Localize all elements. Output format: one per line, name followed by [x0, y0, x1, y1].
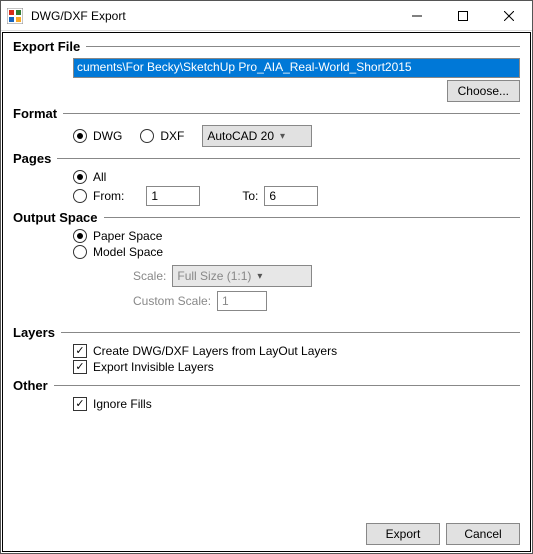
scale-select-value: Full Size (1:1): [177, 269, 251, 283]
model-space-label: Model Space: [93, 245, 163, 259]
client-area: Export File cuments\For Becky\SketchUp P…: [2, 32, 531, 552]
group-pages: Pages All From: To:: [13, 151, 520, 206]
minimize-button[interactable]: [394, 1, 440, 31]
footer-buttons: Export Cancel: [366, 523, 520, 545]
titlebar: DWG/DXF Export: [1, 1, 532, 31]
maximize-icon: [458, 11, 468, 21]
radio-dxf-label: DXF: [160, 129, 184, 143]
from-label: From:: [93, 189, 124, 203]
export-button[interactable]: Export: [366, 523, 440, 545]
close-button[interactable]: [486, 1, 532, 31]
version-select-value: AutoCAD 20: [207, 129, 274, 143]
choose-button[interactable]: Choose...: [447, 80, 520, 102]
export-invisible-label: Export Invisible Layers: [93, 360, 214, 374]
check-create-layers[interactable]: [73, 344, 87, 358]
minimize-icon: [412, 11, 422, 21]
group-layers: Layers Create DWG/DXF Layers from LayOut…: [13, 325, 520, 374]
radio-model-space[interactable]: [73, 245, 87, 259]
export-file-label: Export File: [13, 39, 84, 54]
cancel-button[interactable]: Cancel: [446, 523, 520, 545]
app-icon: [7, 8, 23, 24]
group-output-space: Output Space Paper Space Model Space Sca…: [13, 210, 520, 311]
group-export-file: Export File cuments\For Becky\SketchUp P…: [13, 39, 520, 102]
divider: [86, 46, 520, 47]
close-icon: [504, 11, 514, 21]
create-layers-label: Create DWG/DXF Layers from LayOut Layers: [93, 344, 337, 358]
other-label: Other: [13, 378, 52, 393]
radio-all-label: All: [93, 170, 106, 184]
check-ignore-fills[interactable]: [73, 397, 87, 411]
to-label: To:: [242, 189, 258, 203]
radio-paper-space[interactable]: [73, 229, 87, 243]
from-input[interactable]: [146, 186, 200, 206]
divider: [54, 385, 520, 386]
check-export-invisible[interactable]: [73, 360, 87, 374]
radio-from-pages[interactable]: [73, 189, 87, 203]
chevron-down-icon: ▾: [257, 271, 262, 282]
format-label: Format: [13, 106, 61, 121]
paper-space-label: Paper Space: [93, 229, 162, 243]
custom-scale-input: [217, 291, 267, 311]
scale-select: Full Size (1:1) ▾: [172, 265, 312, 287]
scale-label: Scale:: [133, 269, 166, 283]
export-path-input[interactable]: cuments\For Becky\SketchUp Pro_AIA_Real-…: [73, 58, 520, 78]
chevron-down-icon: ▾: [280, 131, 285, 142]
to-input[interactable]: [264, 186, 318, 206]
version-select[interactable]: AutoCAD 20 ▾: [202, 125, 312, 147]
group-format: Format DWG DXF AutoCAD 20 ▾: [13, 106, 520, 147]
radio-dxf[interactable]: [140, 129, 154, 143]
radio-dwg-label: DWG: [93, 129, 122, 143]
divider: [63, 113, 520, 114]
custom-scale-label: Custom Scale:: [133, 294, 211, 308]
group-other: Other Ignore Fills: [13, 378, 520, 411]
maximize-button[interactable]: [440, 1, 486, 31]
dialog-window: DWG/DXF Export Export File cuments\For B…: [0, 0, 533, 554]
radio-dwg[interactable]: [73, 129, 87, 143]
divider: [104, 217, 520, 218]
divider: [61, 332, 520, 333]
ignore-fills-label: Ignore Fills: [93, 397, 152, 411]
pages-label: Pages: [13, 151, 55, 166]
output-space-label: Output Space: [13, 210, 102, 225]
window-title: DWG/DXF Export: [31, 9, 394, 23]
radio-all-pages[interactable]: [73, 170, 87, 184]
layers-label: Layers: [13, 325, 59, 340]
divider: [57, 158, 520, 159]
